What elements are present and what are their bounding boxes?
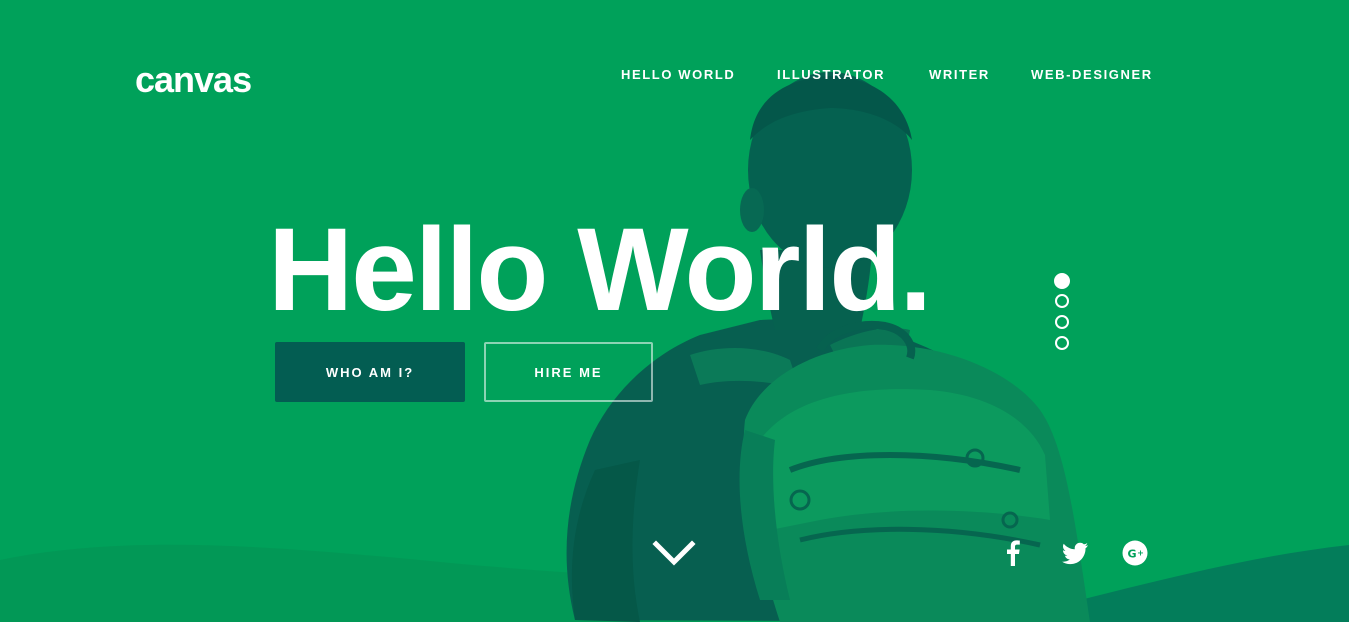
- hire-me-button[interactable]: HIRE ME: [484, 342, 653, 402]
- google-plus-icon[interactable]: G +: [1121, 539, 1149, 567]
- slider-dot-3[interactable]: [1055, 315, 1069, 329]
- slider-dot-1[interactable]: [1054, 273, 1070, 289]
- nav-item-illustrator[interactable]: ILLUSTRATOR: [777, 66, 885, 84]
- hero-section: canvas HELLO WORLD ILLUSTRATOR WRITER WE…: [0, 0, 1349, 622]
- twitter-icon[interactable]: [1061, 539, 1089, 567]
- nav-item-writer[interactable]: WRITER: [929, 66, 990, 84]
- who-am-i-button[interactable]: WHO AM I?: [275, 342, 465, 402]
- slider-dot-4[interactable]: [1055, 336, 1069, 350]
- main-nav: HELLO WORLD ILLUSTRATOR WRITER WEB-DESIG…: [0, 66, 1349, 86]
- nav-item-web-designer[interactable]: WEB-DESIGNER: [1031, 66, 1153, 84]
- hero-headline: Hello World.: [268, 204, 932, 336]
- slider-dot-2[interactable]: [1055, 294, 1069, 308]
- facebook-icon[interactable]: [999, 539, 1027, 567]
- svg-text:+: +: [1137, 549, 1144, 558]
- chevron-down-icon[interactable]: [652, 538, 696, 568]
- slider-pagination: [1054, 273, 1071, 357]
- nav-item-hello-world[interactable]: HELLO WORLD: [621, 66, 735, 84]
- svg-text:G: G: [1127, 548, 1136, 561]
